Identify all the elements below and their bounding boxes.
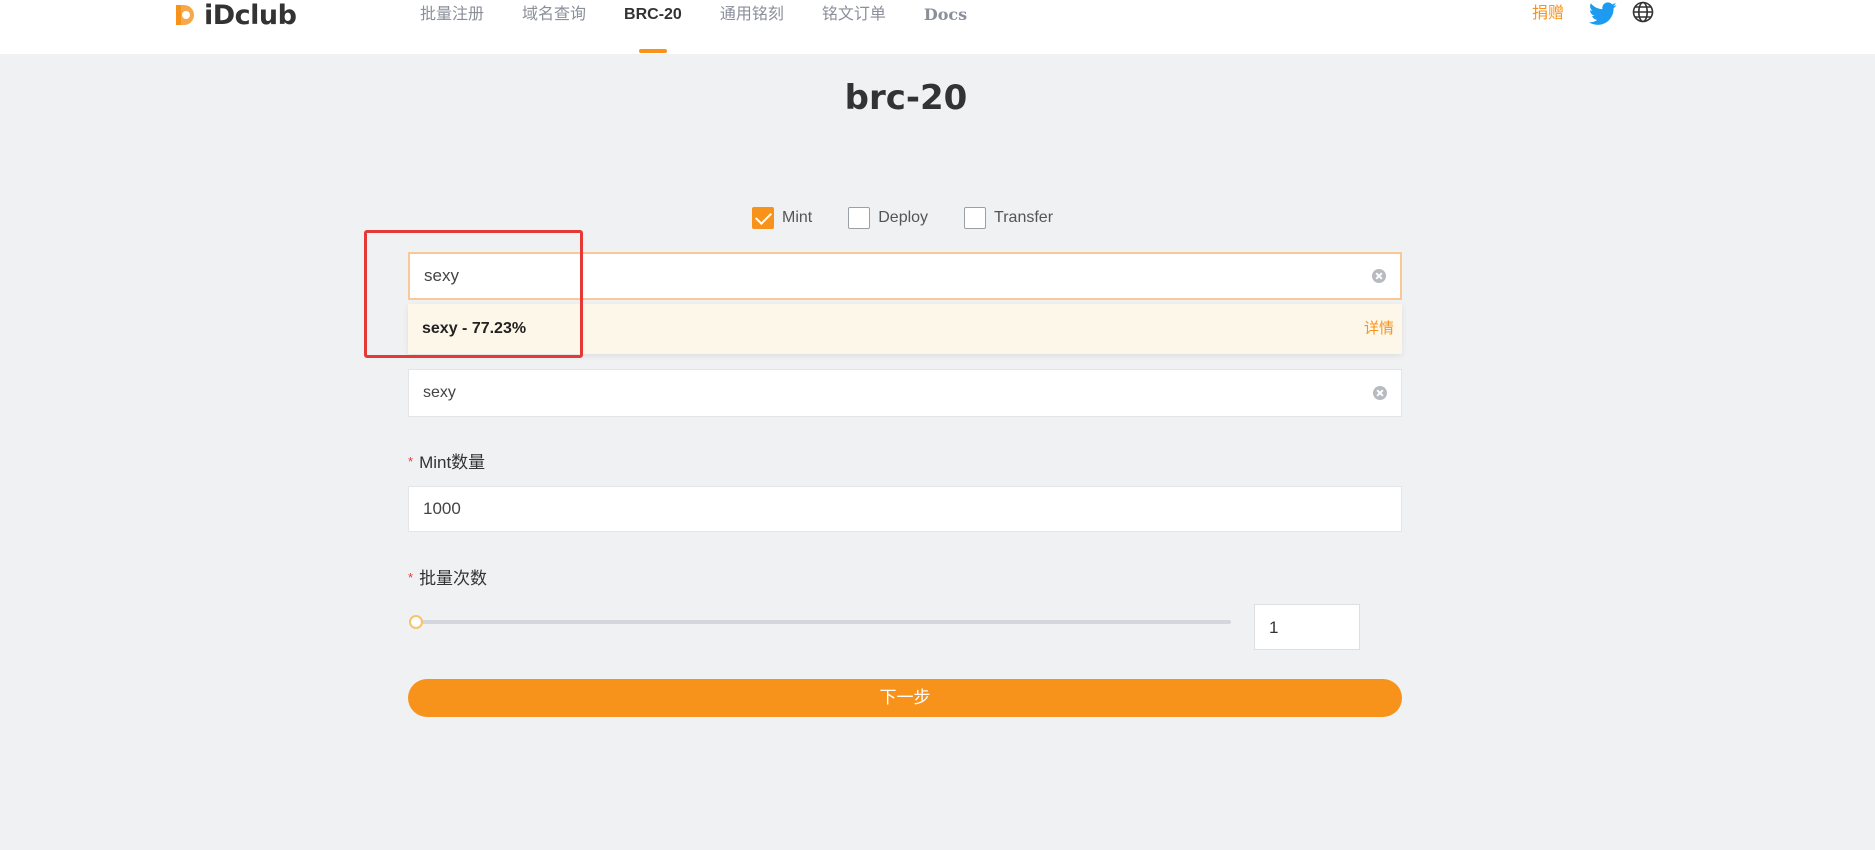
brand-name: iDclub <box>204 0 297 31</box>
mint-amount-label-text: Mint数量 <box>419 453 486 472</box>
batch-count-input[interactable]: 1 <box>1254 604 1360 650</box>
nav-item-brc20[interactable]: BRC-20 <box>624 0 682 53</box>
operation-options: Mint Deploy Transfer <box>752 206 1089 230</box>
nav-item-brc20-label: BRC-20 <box>624 6 682 23</box>
option-mint[interactable]: Mint <box>752 207 812 229</box>
page-title: brc-20 <box>844 78 968 118</box>
nav-item-domain-lookup[interactable]: 域名查询 <box>522 0 586 30</box>
mint-amount-input[interactable]: 1000 <box>408 486 1402 532</box>
nav-item-batch-register[interactable]: 批量注册 <box>420 0 484 30</box>
batch-count-value: 1 <box>1269 618 1279 637</box>
ticker-input[interactable]: sexy <box>408 369 1402 417</box>
option-deploy-label: Deploy <box>878 209 929 226</box>
nav-item-docs[interactable]: Docs <box>924 0 967 30</box>
slider-track <box>409 620 1231 624</box>
mint-amount-label: * Mint数量 <box>408 448 485 473</box>
donate-link[interactable]: 捐赠 <box>1532 0 1564 30</box>
deploy-checkbox[interactable] <box>848 207 871 229</box>
main-nav: 批量注册 域名查询 BRC-20 通用铭刻 铭文订单 Docs <box>420 0 1005 54</box>
option-transfer-label: Transfer <box>994 209 1054 226</box>
brand-logo[interactable]: iDclub <box>172 0 297 31</box>
batch-count-slider[interactable] <box>409 615 1231 629</box>
slider-handle[interactable] <box>409 615 423 629</box>
logo-icon <box>172 1 200 29</box>
required-mark: * <box>408 570 414 585</box>
annotation-highlight-box <box>364 230 583 358</box>
globe-icon[interactable] <box>1632 1 1654 23</box>
nav-item-general-inscribe[interactable]: 通用铭刻 <box>720 0 784 30</box>
mint-amount-value: 1000 <box>423 499 461 518</box>
clear-icon[interactable] <box>1373 386 1387 400</box>
required-mark: * <box>408 454 414 469</box>
ticker-value: sexy <box>423 384 456 401</box>
option-transfer[interactable]: Transfer <box>964 207 1053 229</box>
top-header: iDclub 批量注册 域名查询 BRC-20 通用铭刻 铭文订单 Docs 捐… <box>0 0 1875 54</box>
twitter-icon[interactable] <box>1589 2 1617 26</box>
transfer-checkbox[interactable] <box>964 207 987 229</box>
option-deploy[interactable]: Deploy <box>848 207 928 229</box>
batch-count-label: * 批量次数 <box>408 564 487 589</box>
mint-checkbox[interactable] <box>752 207 774 229</box>
batch-count-label-text: 批量次数 <box>419 569 488 588</box>
clear-icon[interactable] <box>1372 269 1386 283</box>
details-link[interactable]: 详情 <box>1364 304 1394 354</box>
next-step-button[interactable]: 下一步 <box>408 679 1402 717</box>
nav-item-inscription-orders[interactable]: 铭文订单 <box>822 0 886 30</box>
option-mint-label: Mint <box>782 209 813 226</box>
active-tab-indicator <box>638 49 667 53</box>
